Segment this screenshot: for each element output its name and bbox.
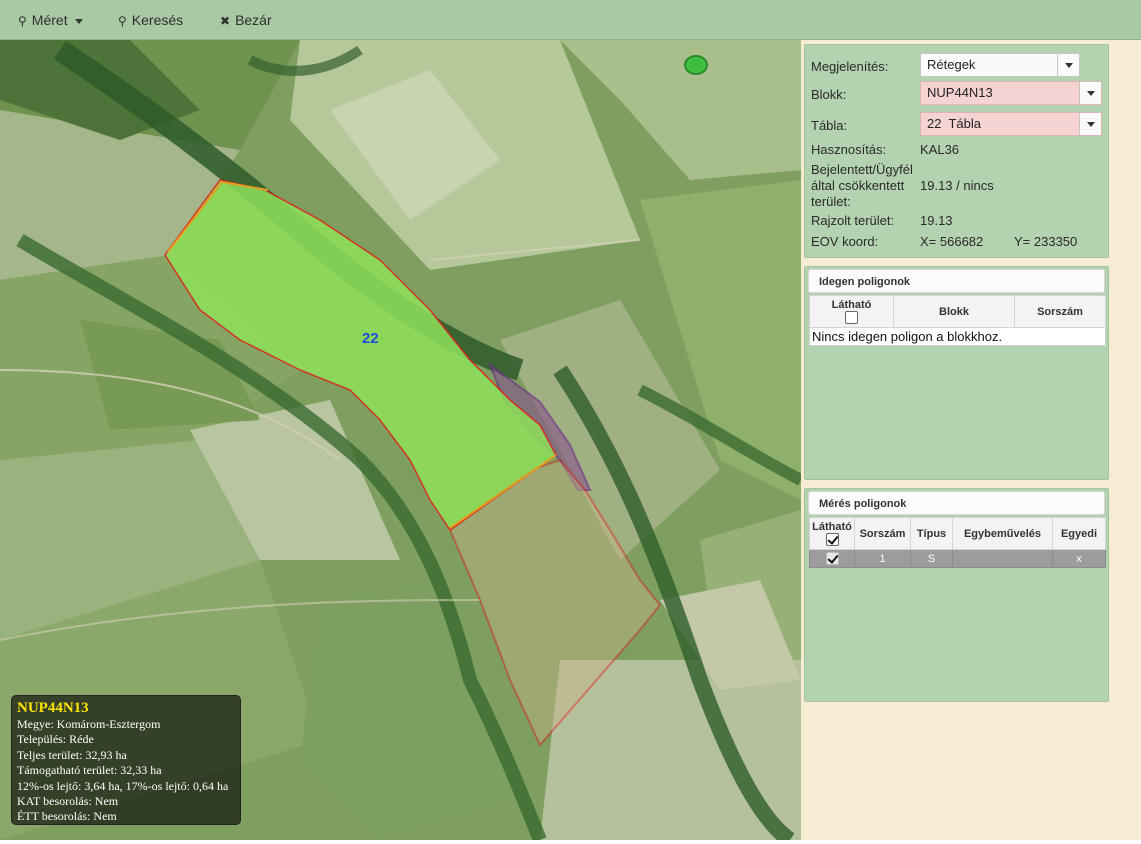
info-line-kat: KAT besorolás: Nem [17,794,119,809]
meres-poligonok-panel: Mérés poligonok Látható Sorszám Típus Eg… [804,488,1109,702]
blokk-value: NUP44N13 [927,85,993,100]
info-line-ett: ÉTT besorolás: Nem [17,809,117,824]
col-lathato-label: Látható [812,521,852,533]
info-line-teljes: Teljes terület: 32,93 ha [17,747,127,762]
bezar-button[interactable]: ✖ Bezár [220,0,272,40]
megjelenites-label: Megjelenítés: [811,59,889,74]
close-icon: ✖ [220,14,231,28]
select-all-checkbox[interactable] [845,311,858,324]
search-icon: ⚲ [118,14,127,28]
row-egyedi: x [1052,549,1106,568]
table-row[interactable]: 1 S x [809,549,1106,568]
row-egybemuveles [952,549,1053,568]
bottom-strip [0,840,1141,844]
row-tipus: S [910,549,953,568]
col-blokk[interactable]: Blokk [893,295,1015,328]
info-line-lejto: 12%-os lejtő: 3,64 ha, 17%-os lejtő: 0,6… [17,778,229,793]
col-egybemuveles[interactable]: Egybeművelés [952,517,1053,550]
tabla-select[interactable]: 22 Tábla [920,112,1102,136]
chevron-down-icon[interactable] [1079,82,1101,104]
rajzolt-label: Rajzolt terület: [811,213,895,228]
row-sorszam: 1 [854,549,911,568]
info-line-megye: Megye: Komárom-Esztergom [17,717,161,731]
bejelentett-value: 19.13 / nincs [920,178,994,193]
kereses-button[interactable]: ⚲ Keresés [118,0,183,40]
rajzolt-value: 19.13 [920,213,953,228]
row-visible-checkbox[interactable] [825,552,839,565]
blokk-label: Blokk: [811,87,847,102]
chevron-down-icon[interactable] [1079,113,1101,135]
hasznositas-value: KAL36 [920,142,960,157]
idegen-poligonok-panel: Idegen poligonok Látható Blokk Sorszám N… [804,266,1109,480]
hasznositas-label: Hasznosítás: [811,142,887,157]
eov-x-value: X= 566682 [920,234,984,249]
col-tipus[interactable]: Típus [910,517,953,550]
megjelenites-select[interactable]: Rétegek [920,53,1080,77]
toolbar: ⚲ Méret ⚲ Keresés ✖ Bezár [0,0,1141,40]
col-lathato: Látható [809,295,894,328]
meres-panel-title: Mérés poligonok [808,491,1105,515]
bezar-label: Bezár [235,12,272,28]
info-line-tamogathato: Támogatható terület: 32,33 ha [17,763,162,778]
parcel-number-label: 22 [362,330,379,347]
megjelenites-value: Rétegek [927,57,976,72]
bejelentett-label-1: Bejelentett/Ügyfél [811,162,913,177]
meres-table: Látható Sorszám Típus Egybeművelés Egyed… [809,517,1106,568]
eov-y-value: Y= 233350 [1014,234,1078,249]
idegen-panel-title: Idegen poligonok [808,269,1105,293]
search-icon: ⚲ [18,14,27,28]
idegen-table: Látható Blokk Sorszám Nincs idegen polig… [809,295,1106,346]
table-row: Nincs idegen poligon a blokkhoz. [809,327,1106,346]
eov-label: EOV koord: [811,234,879,249]
select-all-checkbox[interactable] [825,533,839,546]
details-panel: Megjelenítés: Rétegek Blokk: NUP44N13 Tá… [804,44,1109,258]
kereses-label: Keresés [131,12,184,28]
col-sorszam[interactable]: Sorszám [1014,295,1106,328]
info-title: NUP44N13 [17,700,89,716]
col-egyedi[interactable]: Egyedi [1052,517,1106,550]
tabla-value: 22 Tábla [927,116,981,131]
caret-down-icon [74,18,83,24]
meret-label: Méret [31,12,68,28]
col-sorszam[interactable]: Sorszám [854,517,911,550]
empty-message: Nincs idegen poligon a blokkhoz. [809,327,1106,346]
tabla-label: Tábla: [811,118,848,133]
block-info-box: NUP44N13 Megye: Komárom-Esztergom Telepü… [11,695,241,825]
map-view[interactable]: 22 NUP44N13 Megye: Komárom-Esztergom Tel… [0,40,801,840]
bejelentett-label-3: terület: [811,194,851,209]
col-lathato-label: Látható [831,299,872,311]
row-checkbox-cell [809,549,855,568]
bejelentett-label-2: által csökkentett [811,178,905,193]
meret-menu-button[interactable]: ⚲ Méret [18,0,83,40]
blokk-select[interactable]: NUP44N13 [920,81,1102,105]
info-line-telepules: Település: Réde [17,732,94,747]
col-lathato: Látható [809,517,855,550]
chevron-down-icon[interactable] [1057,54,1079,76]
